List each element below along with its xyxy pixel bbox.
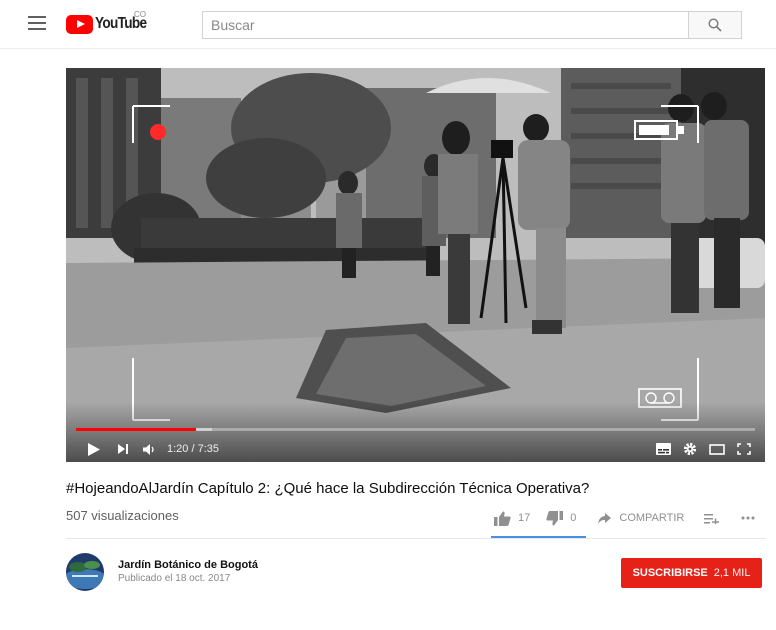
country-code: CO	[134, 10, 146, 19]
time-display: 1:20 / 7:35	[167, 443, 219, 455]
dislike-count: 0	[570, 512, 577, 524]
subscriber-count: 2,1 MIL	[713, 567, 751, 579]
video-actions: 17 0 COMPARTIR	[494, 506, 755, 530]
search-input[interactable]	[203, 12, 688, 38]
like-button[interactable]: 17	[494, 511, 530, 526]
play-button[interactable]	[88, 442, 100, 456]
battery-icon	[634, 120, 684, 140]
settings-icon	[683, 442, 697, 456]
next-button[interactable]	[118, 444, 129, 454]
like-count: 17	[518, 512, 531, 524]
share-label: COMPARTIR	[619, 512, 685, 524]
menu-icon[interactable]	[28, 16, 46, 30]
mute-button[interactable]	[143, 443, 156, 455]
youtube-logo-icon	[66, 14, 93, 34]
avatar-image	[66, 553, 104, 591]
publish-date: Publicado el 18 oct. 2017	[118, 573, 231, 584]
add-to-playlist-icon	[704, 513, 720, 524]
progress-played	[76, 428, 196, 431]
channel-name[interactable]: Jardín Botánico de Bogotá	[118, 559, 258, 571]
subtitles-icon	[656, 443, 671, 455]
subtitles-button[interactable]	[656, 443, 671, 455]
play-icon	[88, 442, 100, 456]
thumbs-up-icon	[494, 511, 511, 526]
fullscreen-icon	[737, 443, 751, 455]
masthead: YouTube CO	[0, 0, 776, 49]
dislike-button[interactable]: 0	[546, 510, 577, 526]
player-controls: 1:20 / 7:35	[66, 436, 765, 462]
more-actions-button[interactable]	[741, 516, 755, 520]
channel-avatar[interactable]	[66, 553, 104, 591]
volume-icon	[143, 443, 154, 455]
progress-bar[interactable]	[76, 428, 755, 431]
next-icon	[118, 444, 128, 454]
subscribe-button[interactable]: SUSCRIBIRSE 2,1 MIL	[621, 558, 762, 588]
subscribe-label: SUSCRIBIRSE	[632, 567, 708, 579]
video-title: #HojeandoAlJardín Capítulo 2: ¿Qué hace …	[66, 480, 590, 497]
share-icon	[598, 512, 612, 524]
record-icon	[150, 124, 166, 140]
thumbs-down-icon	[546, 510, 564, 525]
theater-mode-button[interactable]	[709, 443, 725, 455]
search-button[interactable]	[688, 12, 741, 38]
view-count: 507 visualizaciones	[66, 508, 179, 523]
divider	[66, 538, 766, 539]
add-to-playlist-button[interactable]	[704, 513, 720, 524]
fullscreen-button[interactable]	[737, 443, 751, 455]
youtube-logo[interactable]: YouTube CO	[66, 10, 155, 35]
search-icon	[708, 18, 722, 32]
more-icon	[741, 516, 755, 520]
settings-button[interactable]	[683, 442, 697, 456]
theater-icon	[709, 443, 725, 455]
share-button[interactable]: COMPARTIR	[598, 512, 684, 524]
search-box	[202, 11, 742, 39]
video-player[interactable]: 1:20 / 7:35	[66, 68, 765, 462]
